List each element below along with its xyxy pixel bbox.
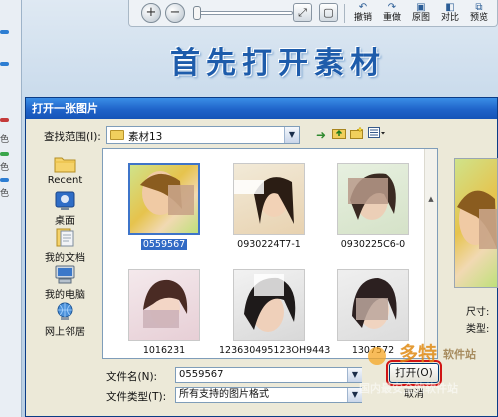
fit-screen-icon[interactable]: ⤢: [293, 3, 312, 22]
file-name-text: 0930225C6-0: [340, 239, 406, 250]
rail-color-swatch[interactable]: [0, 62, 9, 66]
look-in-label: 查找范围(I):: [44, 131, 101, 143]
preview-type-label: 类型:: [466, 324, 490, 335]
place-label: Recent: [47, 175, 83, 186]
file-name[interactable]: 0559567: [114, 238, 214, 251]
filename-label: 文件名(N):: [106, 371, 158, 383]
chevron-down-icon[interactable]: ▼: [284, 127, 299, 143]
file-name-text: 1016231: [142, 345, 186, 356]
undo-label: 撤销: [353, 13, 372, 23]
file-list[interactable]: ▲ 0559567 0930224T7-1 0930225C6-0 101623…: [102, 148, 438, 359]
my-computer-icon: [55, 265, 75, 284]
actual-size-icon[interactable]: ▢: [319, 3, 338, 22]
redo-icon: ↷: [387, 2, 397, 13]
place-label: 我的电脑: [45, 290, 85, 301]
folder-icon: [110, 130, 124, 140]
site-watermark: 多特 软件站 国内最安全的软件站: [355, 338, 498, 398]
zoom-out-icon[interactable]: −: [165, 3, 185, 23]
new-folder-icon[interactable]: [349, 126, 365, 144]
zoom-slider[interactable]: [197, 11, 293, 15]
filename-input[interactable]: 0559567: [175, 367, 362, 383]
back-arrow-icon[interactable]: ➜: [313, 126, 329, 144]
left-tool-rail: 色 色 色: [0, 0, 22, 417]
zoom-slider-handle[interactable]: [193, 6, 201, 20]
filetype-label: 文件类型(T):: [106, 391, 167, 403]
undo-button[interactable]: ↶ 撤销: [349, 1, 377, 26]
file-name[interactable]: 0930224T7-1: [219, 239, 319, 250]
original-label: 原图: [411, 13, 430, 23]
place-my-computer[interactable]: 我的电脑: [30, 264, 100, 301]
preview-label: 预览: [469, 13, 488, 23]
toolbar-divider: [344, 4, 345, 23]
places-bar: Recent 桌面 我的文档 我的电脑 网上邻居: [30, 149, 100, 349]
look-in-dropdown[interactable]: 素材13 ▼: [106, 126, 300, 144]
my-documents-icon: [56, 228, 74, 247]
up-folder-icon[interactable]: [331, 126, 347, 144]
rail-label: 色: [0, 135, 10, 145]
rail-color-swatch[interactable]: [0, 178, 9, 182]
file-name-text: 0559567: [139, 238, 189, 251]
file-name[interactable]: 0930225C6-0: [323, 239, 423, 250]
tutorial-banner: 首先打开素材: [170, 46, 386, 81]
zoom-in-icon[interactable]: +: [141, 3, 161, 23]
place-my-documents[interactable]: 我的文档: [30, 227, 100, 264]
preview-size-label: 尺寸:: [466, 307, 490, 318]
svg-text:国内最安全的软件站: 国内最安全的软件站: [359, 381, 458, 395]
original-icon: ▣: [416, 2, 426, 13]
place-label: 桌面: [55, 216, 75, 227]
undo-icon: ↶: [358, 2, 368, 13]
file-name-text: 123630495123OH9443: [219, 345, 331, 356]
rail-label: 色: [0, 189, 10, 199]
file-name-text: 0930224T7-1: [237, 239, 301, 250]
svg-text:软件站: 软件站: [443, 347, 476, 361]
file-thumbnail[interactable]: [337, 269, 409, 341]
rail-color-swatch[interactable]: [0, 152, 9, 156]
file-thumbnail[interactable]: [128, 269, 200, 341]
file-name[interactable]: 1016231: [114, 345, 214, 356]
file-thumbnail[interactable]: [233, 269, 305, 341]
file-thumbnail[interactable]: [233, 163, 305, 235]
file-thumbnail[interactable]: [128, 163, 200, 235]
compare-label: 对比: [440, 13, 459, 23]
preview-icon: ⧉: [475, 2, 483, 13]
rail-color-swatch[interactable]: [0, 118, 9, 122]
rail-color-swatch[interactable]: [0, 30, 9, 34]
place-label: 我的文档: [45, 253, 85, 264]
look-in-value: 素材13: [128, 131, 163, 143]
top-toolbar: + − ⤢ ▢ ↶ 撤销 ↷ 重做 ▣ 原图 ◧ 对比 ⧉ 预览: [128, 0, 498, 27]
scroll-up-icon[interactable]: ▲: [426, 195, 436, 203]
place-desktop[interactable]: 桌面: [30, 190, 100, 227]
file-list-scrollbar[interactable]: ▲: [424, 149, 437, 358]
place-label: 网上邻居: [45, 327, 85, 338]
rail-label: 色: [0, 163, 10, 173]
compare-button[interactable]: ◧ 对比: [436, 1, 464, 26]
original-button[interactable]: ▣ 原图: [407, 1, 435, 26]
filetype-select[interactable]: 所有支持的图片格式: [175, 387, 362, 403]
compare-icon: ◧: [445, 2, 455, 13]
network-places-icon: [57, 302, 73, 320]
place-network[interactable]: 网上邻居: [30, 301, 100, 338]
preview-button[interactable]: ⧉ 预览: [465, 1, 493, 26]
desktop-icon: [55, 191, 75, 210]
redo-button[interactable]: ↷ 重做: [378, 1, 406, 26]
place-recent[interactable]: Recent: [30, 153, 100, 186]
file-name[interactable]: 123630495123OH9443: [219, 345, 330, 356]
file-thumbnail[interactable]: [337, 163, 409, 235]
redo-label: 重做: [382, 13, 401, 23]
image-preview: [454, 158, 498, 288]
view-menu-icon[interactable]: [367, 126, 387, 144]
recent-folder-icon: [54, 157, 76, 173]
dialog-title[interactable]: 打开一张图片: [26, 98, 497, 119]
svg-text:多特: 多特: [399, 342, 437, 365]
